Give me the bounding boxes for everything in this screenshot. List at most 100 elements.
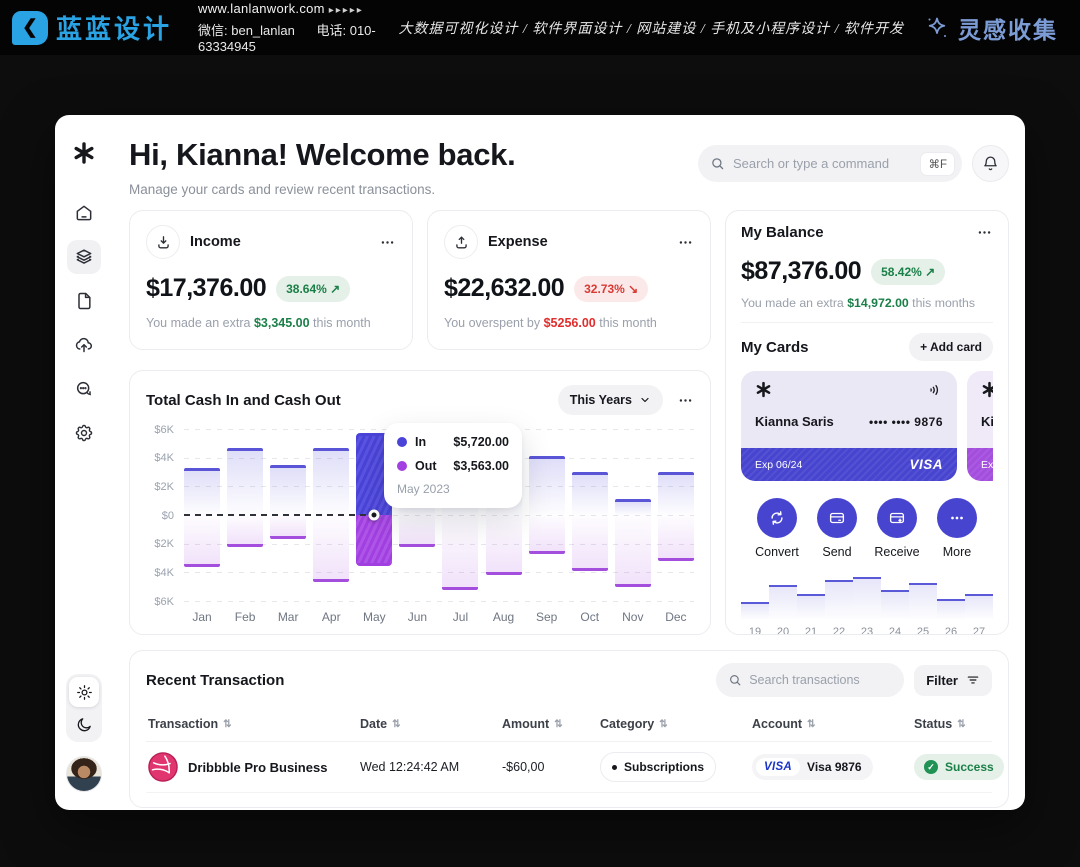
receive-action-button[interactable]: Receive [869, 498, 925, 559]
page-title: Hi, Kianna! Welcome back. [129, 137, 515, 173]
category-dot-icon [612, 765, 617, 770]
sort-header-amount[interactable]: Amount⇅ [502, 717, 600, 731]
sidebar-item-document[interactable] [67, 284, 101, 318]
cash-in-bar [270, 465, 306, 515]
dark-mode-button[interactable] [69, 709, 99, 739]
bar-group-dec[interactable] [658, 429, 694, 601]
notifications-button[interactable] [972, 145, 1009, 182]
cash-in-bar [529, 456, 565, 515]
bar-group-sep[interactable] [529, 429, 565, 601]
quick-actions: Convert Send Receive More [741, 498, 993, 559]
balance-value: $87,376.00 [741, 257, 861, 286]
more-icon [937, 498, 977, 538]
credit-card-1[interactable]: Kianna Saris •••• •••• 9876 Exp 06/24 VI… [741, 371, 957, 481]
category-pill[interactable]: Subscriptions [600, 752, 716, 782]
transaction-date: Wed 12:24:42 AM [360, 760, 502, 774]
transactions-search-input[interactable] [749, 673, 892, 687]
cash-in-bar [227, 448, 263, 515]
credit-card-2[interactable]: Kianna Exp 08/2 [967, 371, 993, 481]
cash-out-bar [356, 515, 392, 566]
chart-more-menu-icon[interactable] [677, 392, 694, 409]
sort-header-account[interactable]: Account⇅ [752, 717, 914, 731]
expense-note: You overspent by $5256.00 this month [444, 316, 694, 330]
action-label: Receive [869, 545, 925, 559]
bar-group-oct[interactable] [572, 429, 608, 601]
income-more-menu-icon[interactable] [379, 234, 396, 251]
sort-header-transaction[interactable]: Transaction⇅ [148, 717, 360, 731]
zero-baseline [184, 514, 376, 516]
receive-icon [877, 498, 917, 538]
user-avatar[interactable] [66, 756, 102, 792]
check-icon: ✓ [924, 760, 938, 774]
add-card-button[interactable]: + Add card [909, 333, 993, 361]
cash-out-bar [615, 515, 651, 587]
mini-x-tick: 19 [741, 626, 769, 635]
y-tick: $4K [154, 567, 174, 579]
collection-button[interactable]: 灵感收集 [924, 11, 1058, 45]
x-tick: Oct [572, 610, 608, 624]
cash-out-bar [529, 515, 565, 554]
send-action-button[interactable]: Send [809, 498, 865, 559]
account-pill: VISAVisa 9876 [752, 754, 873, 780]
transaction-row[interactable]: Dribbble Pro BusinessWed 12:24:42 AM-$60… [146, 742, 992, 793]
sidebar-item-cloud-upload[interactable] [67, 328, 101, 362]
y-tick: $6K [154, 596, 174, 608]
income-value: $17,376.00 [146, 274, 266, 303]
balance-trend-badge: 58.42% ↗ [871, 259, 945, 285]
chart-x-axis: JanFebMarAprMayJunJulAugSepOctNovDec [184, 610, 694, 624]
mini-x-tick: 22 [825, 626, 853, 635]
chevron-down-icon [639, 394, 651, 406]
x-tick: May [356, 610, 392, 624]
banner-logo[interactable]: ❮ 蓝蓝设计 [12, 9, 172, 46]
search-icon [728, 673, 742, 687]
sidebar-item-layers[interactable] [67, 240, 101, 274]
sidebar-item-home[interactable] [67, 196, 101, 230]
x-tick: Jul [442, 610, 478, 624]
search-input[interactable] [733, 156, 912, 171]
promo-banner: ❮ 蓝蓝设计 www.lanlanwork.com ▸▸▸▸▸ 微信: ben_… [0, 0, 1080, 55]
sidebar-item-settings[interactable] [67, 416, 101, 450]
expense-trend-badge: 32.73% ↘ [574, 276, 648, 302]
mini-bar-26 [937, 599, 965, 619]
y-tick: $4K [154, 452, 174, 464]
card-strip: Exp 06/24 VISA [741, 448, 957, 481]
chat-icon [74, 379, 94, 399]
chart-range-dropdown[interactable]: This Years [558, 385, 663, 415]
expense-label: Expense [488, 234, 548, 250]
cash-out-bar [270, 515, 306, 539]
filter-button[interactable]: Filter [914, 665, 992, 696]
cash-in-bar [572, 472, 608, 515]
bar-group-nov[interactable] [615, 429, 651, 601]
balance-more-menu-icon[interactable] [976, 224, 993, 241]
banner-website[interactable]: www.lanlanwork.com [198, 1, 325, 16]
home-icon [74, 203, 94, 223]
mini-bar-23 [853, 577, 881, 619]
mini-bar-19 [741, 602, 769, 619]
sort-arrows-icon: ⇅ [659, 719, 667, 730]
action-label: Convert [749, 545, 805, 559]
expense-more-menu-icon[interactable] [677, 234, 694, 251]
sidebar-item-chat[interactable] [67, 372, 101, 406]
gridline [184, 601, 694, 602]
card-expiry: Exp 06/24 [755, 459, 802, 471]
chart-y-axis: $6K$4K$2K$0$2K$4K$6K [146, 429, 176, 601]
cash-out-bar [227, 515, 263, 547]
cash-out-bar [442, 515, 478, 590]
convert-icon [757, 498, 797, 538]
sort-arrows-icon: ⇅ [223, 719, 231, 730]
cards-carousel: Kianna Saris •••• •••• 9876 Exp 06/24 VI… [741, 371, 993, 481]
more-action-button[interactable]: More [929, 498, 985, 559]
sort-header-category[interactable]: Category⇅ [600, 717, 752, 731]
card-holder-name: Kianna Saris [755, 414, 834, 429]
sort-header-status[interactable]: Status⇅ [914, 717, 990, 731]
light-mode-button[interactable] [69, 677, 99, 707]
sort-header-date[interactable]: Date⇅ [360, 717, 502, 731]
convert-action-button[interactable]: Convert [749, 498, 805, 559]
y-tick: $0 [162, 510, 174, 522]
sun-icon [76, 684, 93, 701]
contactless-icon [927, 382, 943, 398]
cash-in-bar [313, 448, 349, 515]
app-logo-asterisk-icon[interactable] [72, 141, 96, 170]
y-tick: $6K [154, 424, 174, 436]
out-legend-dot [397, 461, 407, 471]
